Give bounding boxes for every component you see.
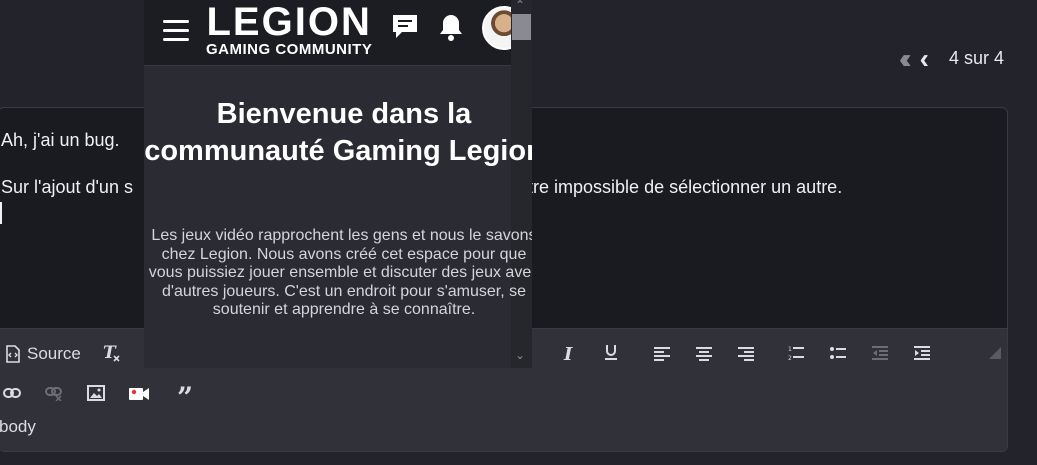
svg-text:1: 1 — [788, 346, 792, 353]
numbered-list-icon: 1 2 — [788, 346, 804, 361]
italic-button[interactable]: I — [564, 344, 572, 365]
welcome-description: Les jeux vidéo rapprochent les gens et n… — [148, 227, 532, 318]
bulleted-list-icon — [830, 347, 846, 359]
source-icon — [6, 345, 20, 363]
remove-format-button[interactable]: T — [103, 343, 121, 363]
editor-line-2-right: contre impossible de sélectionner un aut… — [499, 177, 843, 197]
bulleted-list-button[interactable] — [830, 346, 846, 360]
underline-button[interactable] — [604, 343, 618, 361]
scrollbar-thumb[interactable] — [512, 14, 531, 40]
community-header: LEGION GAMING COMMUNITY — [144, 0, 526, 66]
align-center-icon — [696, 347, 712, 361]
video-button[interactable] — [128, 386, 150, 402]
indent-icon — [914, 346, 930, 360]
unlink-icon — [45, 387, 62, 401]
welcome-title: Bienvenue dans la communauté Gaming Legi… — [144, 98, 532, 167]
editor-line-2-left: Sur l'ajout d'un s — [1, 177, 133, 197]
source-button[interactable]: Source — [5, 344, 81, 364]
video-camera-icon — [129, 388, 149, 400]
editor-line-2: Sur l'ajout d'un s contre impossible de … — [1, 175, 842, 199]
scroll-down-icon[interactable]: ⌄ — [515, 348, 525, 362]
source-label: Source — [27, 344, 81, 363]
page-count: 4 sur 4 — [948, 48, 1004, 68]
pagination: ‹‹ ‹ 4 sur 4 — [899, 44, 1004, 72]
link-button[interactable] — [3, 387, 21, 399]
editor-content[interactable]: Ah, j'ai un bug. Sur l'ajout d'un s cont… — [1, 128, 842, 222]
italic-icon: I — [564, 344, 573, 365]
outdent-button[interactable] — [872, 346, 888, 360]
editor-line-1: Ah, j'ai un bug. — [1, 130, 120, 150]
quote-icon: ” — [177, 381, 194, 414]
logo-main-text: LEGION — [206, 0, 372, 44]
unlink-button[interactable] — [45, 387, 63, 401]
remove-format-icon: T — [103, 343, 120, 363]
logo-sub-text: GAMING COMMUNITY — [206, 41, 373, 58]
hamburger-menu-icon[interactable] — [163, 20, 189, 42]
notifications-bell-icon[interactable] — [437, 12, 465, 47]
previous-page-icon[interactable]: ‹ — [920, 44, 929, 72]
text-caret — [0, 202, 2, 224]
scroll-up-icon[interactable]: ⌃ — [515, 0, 525, 12]
align-center-button[interactable] — [696, 347, 712, 361]
page: ‹‹ ‹ 4 sur 4 Ah, j'ai un bug. Sur l'ajou… — [0, 0, 1037, 465]
link-icon — [3, 388, 21, 398]
indent-button[interactable] — [914, 346, 930, 360]
legion-logo[interactable]: LEGION GAMING COMMUNITY — [206, 2, 372, 58]
image-button[interactable] — [87, 385, 105, 401]
element-path[interactable]: body — [0, 417, 36, 437]
image-icon — [87, 385, 105, 401]
align-left-icon — [654, 347, 670, 361]
numbered-list-button[interactable]: 1 2 — [788, 345, 804, 361]
align-right-button[interactable] — [738, 347, 754, 361]
underline-icon — [605, 345, 617, 360]
resize-grip[interactable] — [989, 347, 1001, 359]
outdent-icon — [872, 346, 888, 360]
blockquote-button[interactable]: ” — [177, 381, 193, 414]
svg-text:2: 2 — [788, 355, 792, 361]
first-page-icon[interactable]: ‹‹ — [899, 44, 911, 72]
messages-icon[interactable] — [390, 12, 420, 47]
align-left-button[interactable] — [654, 347, 670, 361]
align-right-icon — [738, 347, 754, 361]
welcome-overlay: LEGION GAMING COMMUNITY ⌃ ⌄ Bienvenue da… — [144, 0, 532, 368]
